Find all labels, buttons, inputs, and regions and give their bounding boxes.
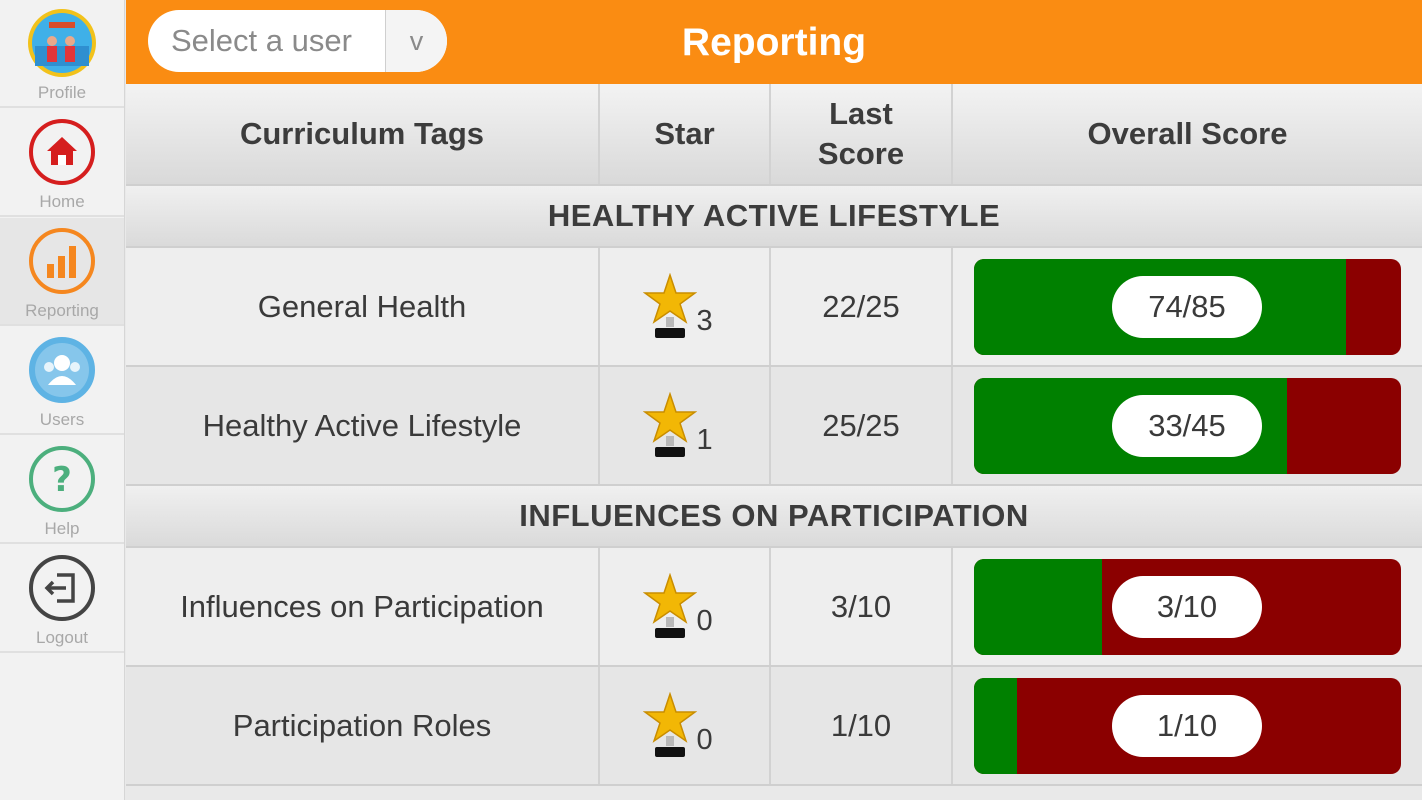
section-title: HEALTHY ACTIVE LIFESTYLE (547, 198, 1001, 233)
column-header-star: Star (600, 84, 771, 184)
overall-score-bar: 3/10 (974, 558, 1401, 655)
chevron-down-icon[interactable]: v (385, 10, 447, 72)
overall-score-fill (974, 558, 1103, 655)
overall-score-cell: 1/10 (953, 667, 1422, 784)
table-header-row: Curriculum Tags Star Last Score Overall … (126, 84, 1422, 186)
star-trophy-icon (642, 572, 697, 638)
star-count: 3 (696, 304, 713, 337)
overall-score-bar: 74/85 (974, 258, 1401, 355)
table-row[interactable]: Influences on Participation 0 3/10 3/10 (126, 548, 1422, 667)
curriculum-tag-cell: General Health (126, 248, 600, 365)
overall-score-value: 1/10 (1112, 694, 1262, 757)
svg-text:?: ? (52, 460, 72, 500)
users-icon (29, 337, 95, 403)
last-score-cell: 22/25 (771, 248, 953, 365)
curriculum-tag-cell: Influences on Participation (126, 548, 600, 665)
bar-chart-icon (29, 228, 95, 294)
star-trophy-icon (642, 691, 697, 757)
table-body: HEALTHY ACTIVE LIFESTYLE General Health 3 2… (126, 186, 1422, 786)
column-header-overall-score: Overall Score (1087, 116, 1288, 151)
section-header-row: INFLUENCES ON PARTICIPATION (126, 486, 1422, 548)
sidebar-item-home[interactable]: Home (0, 109, 124, 217)
overall-score-value: 3/10 (1112, 575, 1262, 638)
curriculum-tag-cell: Healthy Active Lifestyle (126, 367, 600, 484)
sidebar-item-label: Home (39, 192, 85, 211)
star-trophy-icon (642, 272, 697, 338)
user-select-placeholder: Select a user (171, 23, 352, 58)
star-badge: 0 (635, 686, 735, 766)
table-row[interactable]: Healthy Active Lifestyle 1 25/25 33/45 (126, 367, 1422, 486)
star-count: 0 (696, 604, 713, 637)
overall-score-value: 33/45 (1112, 394, 1262, 457)
question-icon: ? (29, 446, 95, 512)
overall-score-cell: 3/10 (953, 548, 1422, 665)
overall-score-bar: 33/45 (974, 377, 1401, 474)
table-row[interactable]: Participation Roles 0 1/10 1/10 (126, 667, 1422, 786)
last-score-cell: 3/10 (771, 548, 953, 665)
column-header-curriculum-tags: Curriculum Tags (126, 84, 600, 184)
last-score-cell: 25/25 (771, 367, 953, 484)
sidebar: Profile Home Reporting Users ? Help Logo… (0, 0, 125, 800)
user-select-dropdown[interactable]: Select a user v (148, 10, 447, 72)
sidebar-item-label: Users (39, 410, 85, 429)
star-count: 1 (696, 423, 713, 456)
logout-icon (29, 555, 95, 621)
star-cell: 3 (600, 248, 771, 365)
sidebar-item-label: Help (44, 519, 80, 538)
star-badge: 1 (635, 386, 735, 466)
profile-avatar-icon (28, 9, 96, 77)
report-table: Curriculum Tags Star Last Score Overall … (126, 84, 1422, 786)
star-cell: 0 (600, 548, 771, 665)
home-icon (29, 119, 95, 185)
overall-score-fill (974, 677, 1017, 774)
section-title: INFLUENCES ON PARTICIPATION (519, 498, 1029, 533)
sidebar-item-users[interactable]: Users (0, 327, 124, 435)
overall-score-value: 74/85 (1112, 275, 1262, 338)
sidebar-item-label: Reporting (25, 301, 99, 320)
column-header-last-score-label: Last Score (817, 96, 905, 171)
sidebar-item-label: Logout (36, 628, 88, 647)
table-row[interactable]: General Health 3 22/25 74/85 (126, 248, 1422, 367)
sidebar-item-logout[interactable]: Logout (0, 545, 124, 653)
star-trophy-icon (642, 391, 697, 457)
section-header-row: HEALTHY ACTIVE LIFESTYLE (126, 186, 1422, 248)
star-badge: 3 (635, 267, 735, 347)
star-cell: 1 (600, 367, 771, 484)
sidebar-item-help[interactable]: ? Help (0, 436, 124, 544)
overall-score-bar: 1/10 (974, 677, 1401, 774)
sidebar-item-reporting[interactable]: Reporting (0, 218, 124, 326)
overall-score-cell: 33/45 (953, 367, 1422, 484)
column-header-last-score: Last Score (771, 84, 953, 184)
sidebar-item-profile[interactable]: Profile (0, 0, 124, 108)
last-score-cell: 1/10 (771, 667, 953, 784)
header-bar: Select a user v Reporting (126, 0, 1422, 84)
sidebar-item-label: Profile (37, 83, 87, 102)
overall-score-cell: 74/85 (953, 248, 1422, 365)
star-cell: 0 (600, 667, 771, 784)
star-badge: 0 (635, 567, 735, 647)
star-count: 0 (696, 723, 713, 756)
curriculum-tag-cell: Participation Roles (126, 667, 600, 784)
